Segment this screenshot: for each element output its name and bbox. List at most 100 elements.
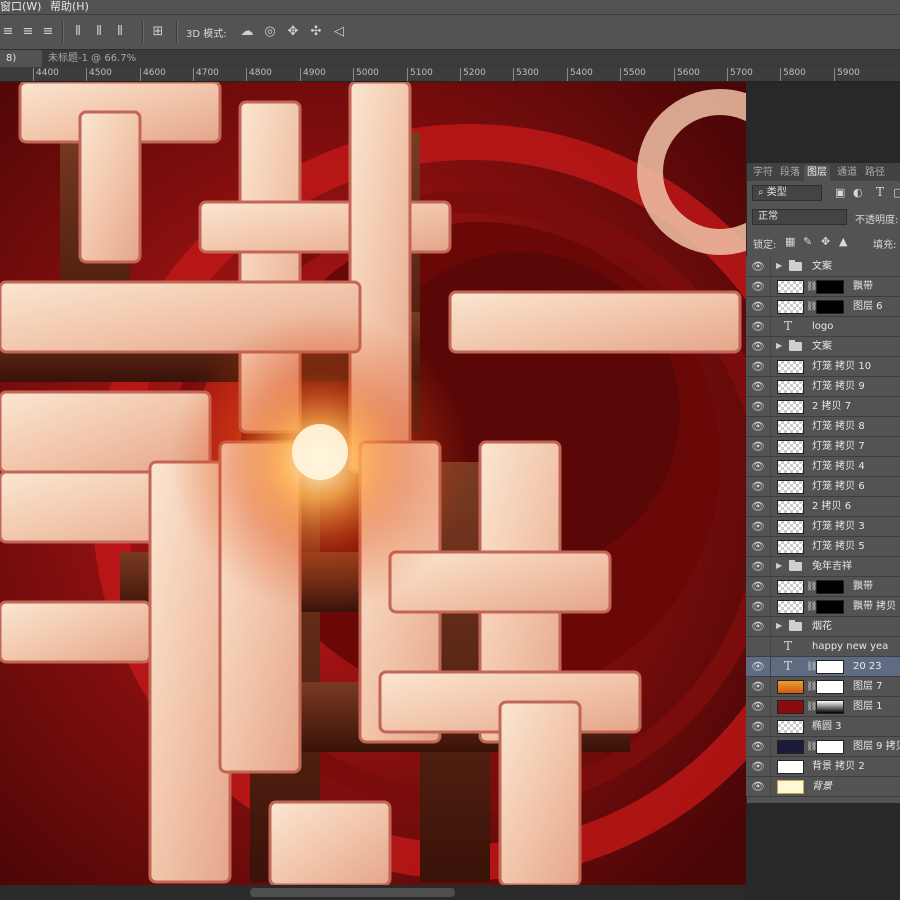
layer-row[interactable]: 👁 ⛓ 飘带 拷贝 [746, 597, 900, 617]
expand-arrow-icon[interactable]: ▶ [776, 341, 782, 350]
eye-icon[interactable]: 👁 [751, 361, 765, 373]
layer-mask[interactable] [816, 300, 844, 314]
blend-mode-select[interactable]: 正常 [752, 209, 847, 225]
3d-roll-icon[interactable]: ◎ [262, 24, 278, 40]
eye-icon[interactable]: 👁 [751, 721, 765, 733]
adjustment-filter-icon[interactable]: ◐ [853, 186, 863, 199]
tab-character[interactable]: 字符 [753, 165, 773, 181]
lock-all-icon[interactable]: ▲ [839, 235, 847, 248]
eye-icon[interactable]: 👁 [751, 421, 765, 433]
align-hcenter-icon[interactable]: ≡ [20, 24, 36, 40]
eye-icon[interactable]: 👁 [751, 381, 765, 393]
layer-row[interactable]: 👁 ⛓ 飘带 [746, 577, 900, 597]
tab-untitled-1[interactable]: 未标题-1 @ 66.7%(RGB/8)× [42, 50, 197, 81]
eye-icon[interactable]: 👁 [751, 281, 765, 293]
layer-row[interactable]: 👁 ⛓ 图层 6 [746, 297, 900, 317]
layer-row[interactable]: 👁 Thappy new yea [746, 637, 900, 657]
eye-icon[interactable]: 👁 [751, 341, 765, 353]
layer-row[interactable]: 👁 Tlogo [746, 317, 900, 337]
layer-row[interactable]: 👁 ▶ 文案 [746, 337, 900, 357]
eye-icon[interactable]: 👁 [751, 761, 765, 773]
lock-brush-icon[interactable]: ✎ [803, 235, 812, 248]
eye-icon[interactable]: 👁 [751, 261, 765, 273]
layer-row[interactable]: 👁 灯笼 拷贝 10 [746, 357, 900, 377]
layer-row[interactable]: 👁 灯笼 拷贝 5 [746, 537, 900, 557]
auto-align-icon[interactable]: ⊞ [150, 24, 166, 40]
layer-row[interactable]: 👁 背景 拷贝 2 [746, 757, 900, 777]
align-right-icon[interactable]: ≡ [40, 24, 56, 40]
layer-row[interactable]: 👁 灯笼 拷贝 6 [746, 477, 900, 497]
layer-row[interactable]: 👁 ▶ 烟花 [746, 617, 900, 637]
layer-row[interactable]: 👁 灯笼 拷贝 9 [746, 377, 900, 397]
eye-icon[interactable]: 👁 [751, 401, 765, 413]
layer-row[interactable]: 👁 灯笼 拷贝 3 [746, 517, 900, 537]
layer-row-selected[interactable]: 👁 T ⛓ 20 23 [746, 657, 900, 677]
layer-row[interactable]: 👁 灯笼 拷贝 7 [746, 437, 900, 457]
eye-icon[interactable]: 👁 [751, 621, 765, 633]
tab-channels[interactable]: 通道 [837, 165, 857, 181]
document-canvas[interactable] [0, 82, 746, 885]
layer-mask[interactable] [816, 680, 844, 694]
eye-icon[interactable]: 👁 [751, 661, 765, 673]
eye-icon[interactable]: 👁 [751, 681, 765, 693]
tab-current-document[interactable]: 8) *× [0, 50, 42, 81]
tab-layers[interactable]: 图层 [804, 165, 830, 181]
3d-pan-icon[interactable]: ✥ [285, 24, 301, 40]
layer-mask[interactable] [816, 580, 844, 594]
align-left-icon[interactable]: ≡ [0, 24, 16, 40]
layer-mask[interactable] [816, 700, 844, 714]
layer-row[interactable]: 👁 ⛓ 飘带 [746, 277, 900, 297]
layer-row[interactable]: 👁 ⛓ 图层 7 [746, 677, 900, 697]
eye-icon[interactable]: 👁 [751, 781, 765, 793]
eye-icon[interactable]: 👁 [751, 601, 765, 613]
tab-paragraph[interactable]: 段落 [780, 165, 800, 181]
layer-row[interactable]: 👁 2 拷贝 6 [746, 497, 900, 517]
layer-row[interactable]: 👁⛓图层 9 拷贝 [746, 737, 900, 757]
layer-row[interactable]: 👁 2 拷贝 7 [746, 397, 900, 417]
eye-icon[interactable]: 👁 [751, 481, 765, 493]
distribute-center-icon[interactable]: ⫴ [91, 24, 107, 40]
layer-row[interactable]: 👁 灯笼 拷贝 4 [746, 457, 900, 477]
shape-filter-icon[interactable]: ▢ [893, 186, 900, 199]
layer-row[interactable]: 👁 背景 [746, 777, 900, 797]
distribute-right-icon[interactable]: ⫴ [112, 24, 128, 40]
eye-icon[interactable]: 👁 [751, 321, 765, 333]
tab-paths[interactable]: 路径 [865, 165, 885, 181]
expand-arrow-icon[interactable]: ▶ [776, 561, 782, 570]
layer-mask[interactable] [816, 280, 844, 294]
expand-arrow-icon[interactable]: ▶ [776, 261, 782, 270]
eye-icon[interactable]: 👁 [751, 521, 765, 533]
lock-transparent-icon[interactable]: ▦ [785, 235, 795, 248]
eye-icon[interactable]: 👁 [751, 701, 765, 713]
layer-row[interactable]: 👁 椭圆 3 [746, 717, 900, 737]
type-filter-icon[interactable]: T [876, 185, 884, 199]
layer-row[interactable]: 👁 灯笼 拷贝 8 [746, 417, 900, 437]
layer-mask[interactable] [816, 740, 844, 754]
layer-mask[interactable] [816, 600, 844, 614]
layer-mask[interactable] [816, 660, 844, 674]
eye-icon[interactable]: 👁 [751, 301, 765, 313]
eye-icon[interactable]: 👁 [751, 741, 765, 753]
menu-help[interactable]: 帮助(H) [50, 0, 89, 14]
eye-icon[interactable]: 👁 [751, 461, 765, 473]
expand-arrow-icon[interactable]: ▶ [776, 621, 782, 630]
3d-rotate-icon[interactable]: ☁ [239, 24, 255, 40]
eye-icon[interactable]: 👁 [751, 441, 765, 453]
eye-icon[interactable]: 👁 [751, 501, 765, 513]
image-filter-icon[interactable]: ▣ [835, 186, 845, 199]
eye-icon[interactable]: 👁 [751, 581, 765, 593]
lock-move-icon[interactable]: ✥ [821, 235, 830, 248]
eye-icon[interactable]: 👁 [751, 541, 765, 553]
layer-row[interactable]: 👁 ⛓ 图层 1 [746, 697, 900, 717]
layer-row[interactable]: 👁 ▶ 兔年吉祥 [746, 557, 900, 577]
layer-row[interactable]: 👁 ▶ 文案 [746, 257, 900, 277]
scrollbar-thumb[interactable] [250, 888, 455, 897]
eye-icon[interactable]: 👁 [751, 561, 765, 573]
menu-window[interactable]: 窗口(W) [0, 0, 41, 14]
filter-kind-select[interactable]: ⌕ 类型 [752, 185, 822, 201]
horizontal-ruler[interactable]: 4400 4500 4600 4700 4800 4900 5000 5100 … [0, 67, 900, 82]
3d-scale-icon[interactable]: ◁ [331, 24, 347, 40]
distribute-left-icon[interactable]: ⫴ [70, 24, 86, 40]
horizontal-scrollbar[interactable] [0, 885, 746, 900]
3d-slide-icon[interactable]: ✣ [308, 24, 324, 40]
